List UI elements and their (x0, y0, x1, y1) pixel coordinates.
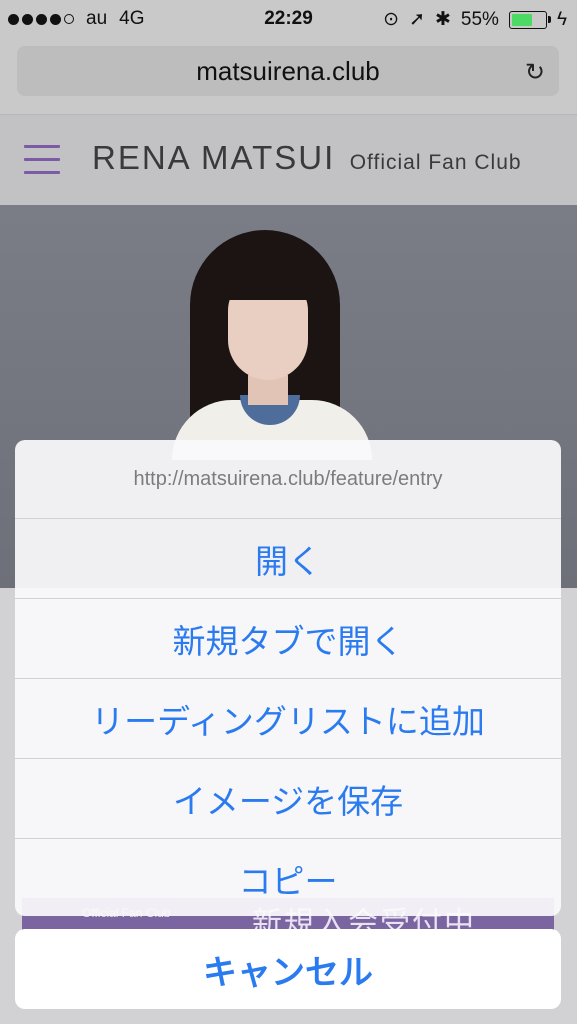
battery-percent: 55% (460, 8, 499, 30)
site-brand[interactable]: RENA MATSUI Official Fan Club (92, 139, 522, 177)
charging-bolt-icon: ϟ (556, 8, 567, 30)
cancel-button[interactable]: キャンセル (15, 929, 561, 1009)
open-button[interactable]: 開く (15, 519, 561, 599)
reload-icon[interactable]: ↻ (525, 58, 545, 87)
status-right: ⊙ ➚ ✱ 55% ϟ (383, 8, 567, 31)
link-action-sheet: http://matsuirena.club/feature/entry 開く … (15, 440, 561, 916)
address-bar[interactable]: matsuirena.club ↻ (17, 46, 559, 96)
save-image-button[interactable]: イメージを保存 (15, 759, 561, 839)
browser-toolbar: matsuirena.club ↻ (0, 40, 577, 115)
url-text: matsuirena.club (196, 55, 380, 86)
location-arrow-icon: ➚ (409, 9, 425, 30)
brand-name: RENA MATSUI (92, 139, 336, 176)
copy-button[interactable]: コピー (15, 839, 561, 916)
site-header: RENA MATSUI Official Fan Club (0, 115, 577, 205)
action-sheet-url: http://matsuirena.club/feature/entry (15, 440, 561, 519)
brand-subtitle: Official Fan Club (349, 151, 522, 174)
add-reading-list-button[interactable]: リーディングリストに追加 (15, 679, 561, 759)
battery-icon (508, 10, 551, 29)
open-new-tab-button[interactable]: 新規タブで開く (15, 599, 561, 679)
hamburger-menu-icon[interactable] (24, 145, 60, 175)
rotation-lock-icon: ⊙ (383, 9, 400, 30)
bluetooth-icon: ✱ (434, 9, 451, 30)
status-bar: au 4G 22:29 ⊙ ➚ ✱ 55% ϟ (0, 0, 577, 40)
